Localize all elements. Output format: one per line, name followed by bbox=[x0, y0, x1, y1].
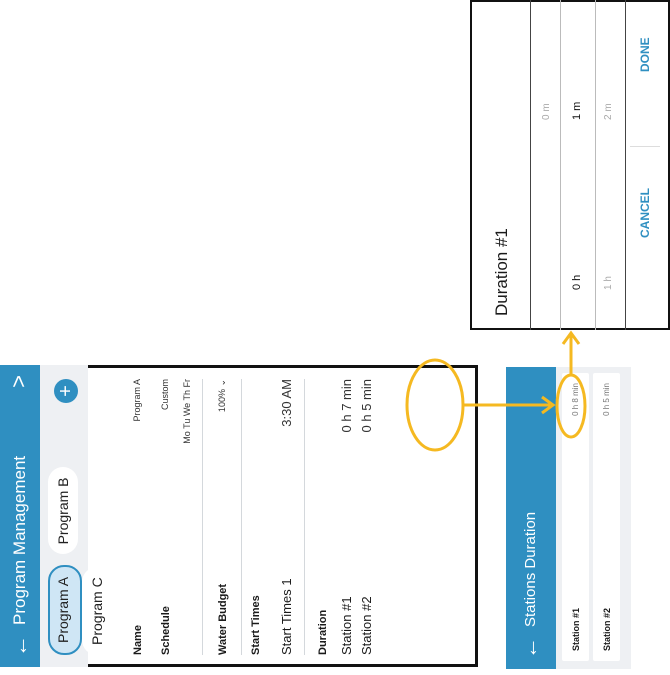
highlight-ellipse bbox=[555, 373, 587, 439]
highlight-ellipse bbox=[405, 358, 465, 452]
callout-overlay bbox=[405, 330, 587, 452]
